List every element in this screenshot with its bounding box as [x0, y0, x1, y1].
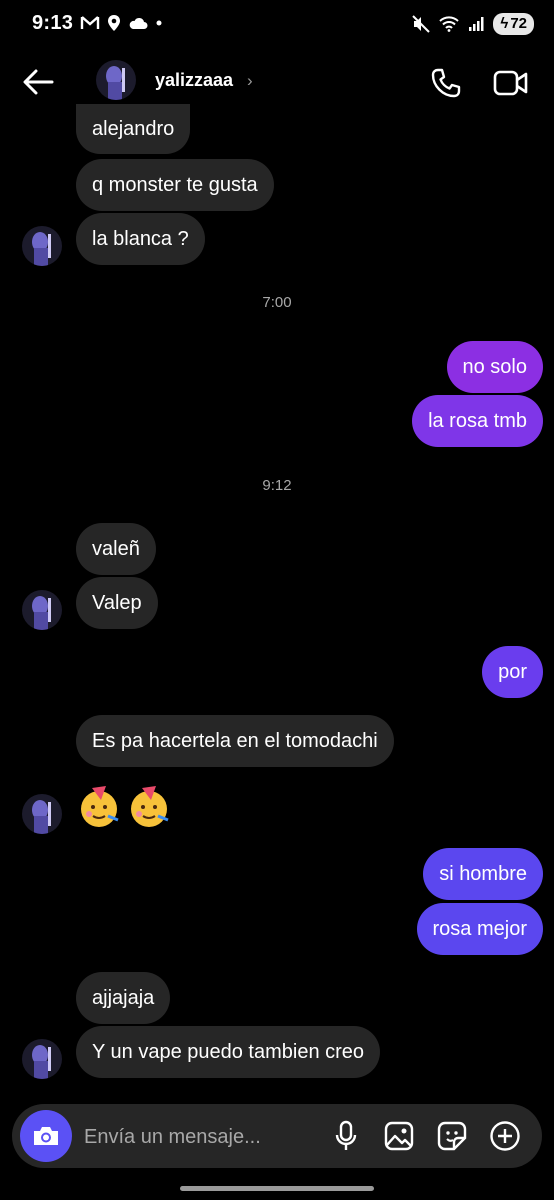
status-system-icons: ϟ 72 [412, 13, 534, 35]
status-time: 9:13 [32, 12, 74, 34]
status-notification-icons [80, 14, 163, 32]
contact-avatar-small[interactable] [22, 590, 62, 630]
message-bubble-incoming[interactable]: ajjajaja [76, 972, 171, 1024]
message-bubble-incoming[interactable]: Es pa hacertela en el tomodachi [76, 715, 394, 767]
gmail-icon [80, 16, 100, 29]
message-bubble-incoming[interactable]: valeñ [76, 523, 156, 575]
message-bubble-outgoing[interactable]: por [482, 646, 543, 698]
arrow-left-icon [23, 69, 54, 95]
mute-icon [412, 15, 431, 33]
message-bubble-outgoing[interactable]: rosa mejor [416, 903, 543, 955]
battery-level: 72 [510, 15, 527, 32]
voice-message-button[interactable] [329, 1119, 363, 1153]
phone-icon [431, 68, 461, 98]
signal-icon [469, 17, 484, 31]
camera-button[interactable] [20, 1110, 72, 1162]
plus-circle-icon [490, 1121, 520, 1151]
partying-face-icon [131, 786, 169, 827]
message-composer [12, 1104, 542, 1168]
video-camera-icon [493, 70, 528, 96]
message-input[interactable] [82, 1120, 306, 1154]
contact-avatar[interactable] [96, 60, 136, 100]
message-bubble-incoming[interactable]: q monster te gusta [76, 159, 274, 211]
wifi-icon [439, 16, 460, 32]
message-bubble-outgoing[interactable]: no solo [446, 341, 543, 393]
message-timestamp: 9:12 [262, 477, 292, 494]
location-icon [108, 15, 120, 31]
contact-avatar-small[interactable] [22, 1039, 62, 1079]
sticker-button[interactable] [435, 1119, 469, 1153]
status-bar: 9:13 ϟ 72 [0, 0, 554, 50]
battery-indicator: ϟ 72 [493, 13, 534, 35]
add-button[interactable] [488, 1119, 522, 1153]
contact-username[interactable]: yalizzaaa [155, 70, 233, 91]
message-bubble-outgoing[interactable]: si hombre [423, 848, 543, 900]
message-bubble-incoming[interactable]: Valep [76, 577, 158, 629]
chat-header: yalizzaaa › [0, 56, 554, 110]
charging-icon: ϟ [500, 15, 509, 32]
back-button[interactable] [20, 64, 56, 100]
contact-avatar-small[interactable] [22, 794, 62, 834]
microphone-icon [335, 1120, 357, 1150]
camera-icon [34, 1127, 58, 1145]
message-bubble-incoming[interactable]: Y un vape puedo tambien creo [76, 1026, 381, 1078]
dot-icon [156, 20, 162, 26]
message-bubble-outgoing[interactable]: la rosa tmb [412, 395, 543, 447]
cloud-icon [129, 17, 148, 29]
message-timestamp: 7:00 [262, 294, 292, 311]
home-indicator [180, 1186, 374, 1191]
emoji-message[interactable]: 🥳🥳 [76, 784, 172, 830]
image-icon [384, 1121, 414, 1151]
message-bubble-incoming[interactable]: la blanca ? [76, 213, 205, 265]
voice-call-button[interactable] [427, 64, 465, 102]
video-call-button[interactable] [492, 64, 530, 102]
chevron-right-icon[interactable]: › [247, 71, 253, 91]
partying-face-icon [81, 786, 119, 827]
sticker-icon [437, 1121, 467, 1151]
message-bubble-incoming[interactable]: alejandro [76, 104, 191, 154]
contact-avatar-small[interactable] [22, 226, 62, 266]
gallery-button[interactable] [382, 1119, 416, 1153]
